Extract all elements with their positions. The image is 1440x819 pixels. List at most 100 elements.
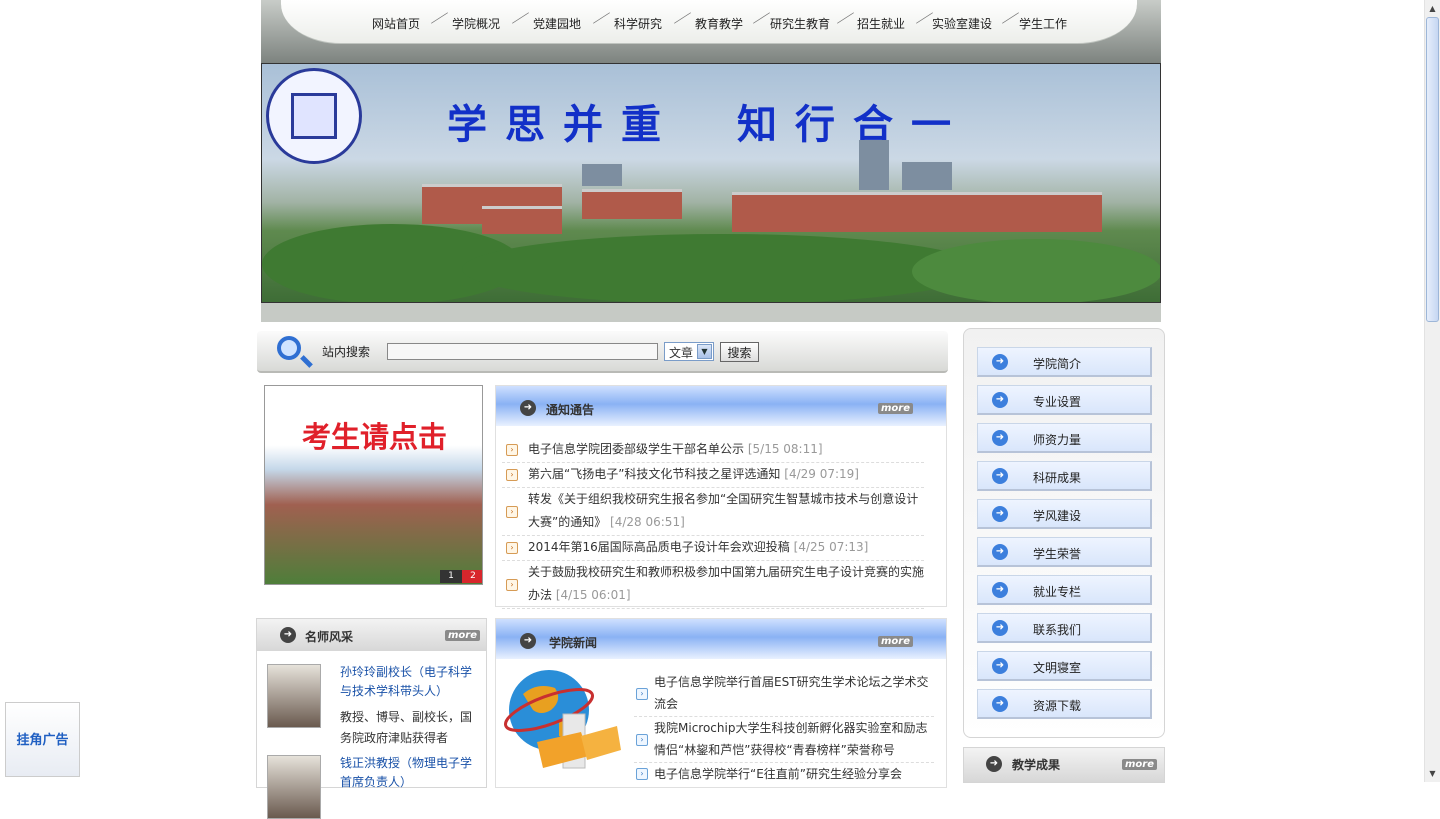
nav-admission[interactable]: 招生就业	[857, 15, 905, 32]
notice-title[interactable]: 转发《关于组织我校研究生报名参加“全国研究生智慧城市技术与创意设计大赛”的通知》	[528, 492, 918, 529]
bullet-icon: ›	[636, 688, 648, 700]
notice-item[interactable]: › 转发《关于组织我校研究生报名参加“全国研究生智慧城市技术与创意设计大赛”的通…	[502, 488, 924, 536]
sidebar-item-label: 文明寝室	[1033, 661, 1082, 675]
nav-separator	[589, 11, 613, 25]
sidebar-item-label: 学生荣誉	[1033, 547, 1082, 561]
college-seal-logo	[266, 68, 362, 164]
news-title-link[interactable]: 电子信息学院举行首届EST研究生学术论坛之学术交流会	[654, 671, 934, 715]
news-item[interactable]: › 电子信息学院举行“E往直前”研究生经验分享会	[634, 763, 934, 809]
sidebar-item-employment[interactable]: ➜ 就业专栏	[977, 575, 1152, 605]
sidebar-item-contact[interactable]: ➜ 联系我们	[977, 613, 1152, 643]
notice-text: 电子信息学院团委部级学生干部名单公示 [5/15 08:11]	[528, 438, 928, 461]
nav-college-overview[interactable]: 学院概况	[452, 15, 500, 32]
teacher-description: 教授、博导、副校长，国务院政府津贴获得者	[340, 710, 473, 745]
scroll-down-arrow-icon[interactable]: ▼	[1425, 765, 1440, 782]
news-item[interactable]: › 我院Microchip大学生科技创新孵化器实验室和励志情侣“林鋆和芦恺”获得…	[634, 717, 934, 763]
banner-building	[582, 164, 622, 186]
teachers-header: ➜ 名师风采 more	[257, 619, 486, 651]
notice-title[interactable]: 2014年第16届国际高品质电子设计年会欢迎投稿	[528, 540, 790, 554]
notices-more-link[interactable]: more	[878, 403, 914, 414]
top-nav: 网站首页 学院概况 党建园地 科学研究 教育教学 研究生教育 招生就业 实验室建…	[261, 0, 1161, 63]
news-title-link[interactable]: 我院Microchip大学生科技创新孵化器实验室和励志情侣“林鋆和芦恺”获得校“…	[654, 717, 934, 761]
sidebar-item-label: 学院简介	[1033, 357, 1082, 371]
teaching-achievements-panel: ➜ 教学成果 more	[963, 747, 1165, 783]
sidebar-item-faculty[interactable]: ➜ 师资力量	[977, 423, 1152, 453]
notice-title[interactable]: 电子信息学院团委部级学生干部名单公示	[528, 442, 744, 456]
sidebar-item-student-honors[interactable]: ➜ 学生荣誉	[977, 537, 1152, 567]
news-header: ➜ 学院新闻 more	[496, 619, 946, 659]
notice-title[interactable]: 第六届“飞扬电子”科技文化节科技之星评选通知	[528, 467, 780, 481]
promo-title: 考生请点击	[301, 420, 447, 454]
notice-date: [4/25 07:13]	[793, 540, 869, 554]
banner-trees	[462, 234, 982, 302]
bullet-icon: ›	[506, 542, 518, 554]
nav-graduate[interactable]: 研究生教育	[770, 15, 830, 32]
chevron-down-icon[interactable]: ▼	[697, 344, 712, 359]
sidebar-item-label: 联系我们	[1033, 623, 1082, 637]
nav-separator	[670, 11, 694, 25]
search-button[interactable]: 搜索	[720, 342, 759, 362]
banner-trees	[912, 239, 1160, 302]
notice-text: 转发《关于组织我校研究生报名参加“全国研究生智慧城市技术与创意设计大赛”的通知》…	[528, 488, 928, 534]
nav-home[interactable]: 网站首页	[372, 15, 420, 32]
sidebar-item-majors[interactable]: ➜ 专业设置	[977, 385, 1152, 415]
notice-item[interactable]: › 电子信息学院团委部级学生干部名单公示 [5/15 08:11]	[502, 438, 924, 463]
banner-footer-strip	[261, 303, 1161, 322]
arrow-right-circle-icon: ➜	[992, 544, 1008, 560]
arrow-right-circle-icon: ➜	[992, 354, 1008, 370]
site-search-bar: 站内搜索 文章 ▼ 搜索	[257, 331, 948, 373]
teacher-name-link[interactable]: 孙玲玲副校长（电子科学与技术学科带头人）	[340, 663, 475, 701]
nav-separator	[427, 11, 451, 25]
sidebar-item-label: 师资力量	[1033, 433, 1082, 447]
notice-item[interactable]: › 2014年第16届国际高品质电子设计年会欢迎投稿 [4/25 07:13]	[502, 536, 924, 561]
sidebar-item-research-results[interactable]: ➜ 科研成果	[977, 461, 1152, 491]
famous-teachers-panel: ➜ 名师风采 more 孙玲玲副校长（电子科学与技术学科带头人） 教授、博导、副…	[256, 618, 487, 819]
arrow-circle-icon: ➜	[280, 627, 296, 643]
bullet-icon: ›	[506, 444, 518, 456]
nav-research[interactable]: 科学研究	[614, 15, 662, 32]
notice-date: [4/28 06:51]	[610, 515, 685, 529]
search-type-select[interactable]: 文章 ▼	[664, 342, 714, 361]
notices-panel: ➜ 通知通告 more › 电子信息学院团委部级学生干部名单公示 [5/15 0…	[495, 385, 947, 609]
promo-page-1[interactable]: 1	[440, 570, 462, 583]
nav-teaching[interactable]: 教育教学	[695, 15, 743, 32]
nav-party-building[interactable]: 党建园地	[533, 15, 581, 32]
sidebar-item-college-intro[interactable]: ➜ 学院简介	[977, 347, 1152, 377]
teacher-photo[interactable]	[267, 755, 321, 819]
teachers-title: 名师风采	[305, 630, 354, 644]
bullet-icon: ›	[506, 506, 518, 518]
teacher-name-link[interactable]: 钱正洪教授（物理电子学首席负责人）	[340, 754, 475, 792]
search-input[interactable]	[387, 343, 658, 360]
scroll-up-arrow-icon[interactable]: ▲	[1425, 0, 1440, 17]
achievements-more-link[interactable]: more	[1122, 759, 1158, 770]
news-item[interactable]: › 电子信息学院举行首届EST研究生学术论坛之学术交流会	[634, 671, 934, 717]
teachers-more-link[interactable]: more	[445, 630, 481, 641]
banner-building	[902, 162, 952, 190]
nav-student-work[interactable]: 学生工作	[1019, 15, 1067, 32]
magnifier-icon	[277, 336, 301, 360]
news-more-link[interactable]: more	[878, 636, 914, 647]
sidebar-item-downloads[interactable]: ➜ 资源下载	[977, 689, 1152, 719]
admission-promo-slideshow[interactable]: 考生请点击 1 2	[264, 385, 483, 585]
nav-labs[interactable]: 实验室建设	[932, 15, 992, 32]
search-label: 站内搜索	[322, 345, 371, 359]
notice-item[interactable]: › 第六届“飞扬电子”科技文化节科技之星评选通知 [4/29 07:19]	[502, 463, 924, 488]
teacher-photo[interactable]	[267, 664, 321, 728]
sidebar-item-label: 学风建设	[1033, 509, 1082, 523]
arrow-right-circle-icon: ➜	[992, 582, 1008, 598]
corner-ad[interactable]: 挂角广告	[5, 702, 80, 777]
achievements-title: 教学成果	[1012, 758, 1061, 772]
bullet-icon: ›	[636, 768, 648, 780]
page-scrollbar[interactable]: ▲ ▼	[1424, 0, 1440, 782]
banner-slogan: 学思并重 知行合一	[447, 101, 969, 148]
campus-banner: 学思并重 知行合一	[261, 63, 1161, 303]
promo-page-2[interactable]: 2	[462, 570, 482, 583]
sidebar-item-label: 就业专栏	[1033, 585, 1082, 599]
notice-item[interactable]: › 关于鼓励我校研究生和教师积极参加中国第九届研究生电子设计竞赛的实施办法 [4…	[502, 561, 924, 609]
notice-date: [5/15 08:11]	[747, 442, 823, 456]
arrow-right-circle-icon: ➜	[992, 620, 1008, 636]
scrollbar-thumb[interactable]	[1426, 17, 1439, 322]
sidebar-item-dorm[interactable]: ➜ 文明寝室	[977, 651, 1152, 681]
arrow-right-circle-icon: ➜	[992, 506, 1008, 522]
sidebar-item-study-style[interactable]: ➜ 学风建设	[977, 499, 1152, 529]
